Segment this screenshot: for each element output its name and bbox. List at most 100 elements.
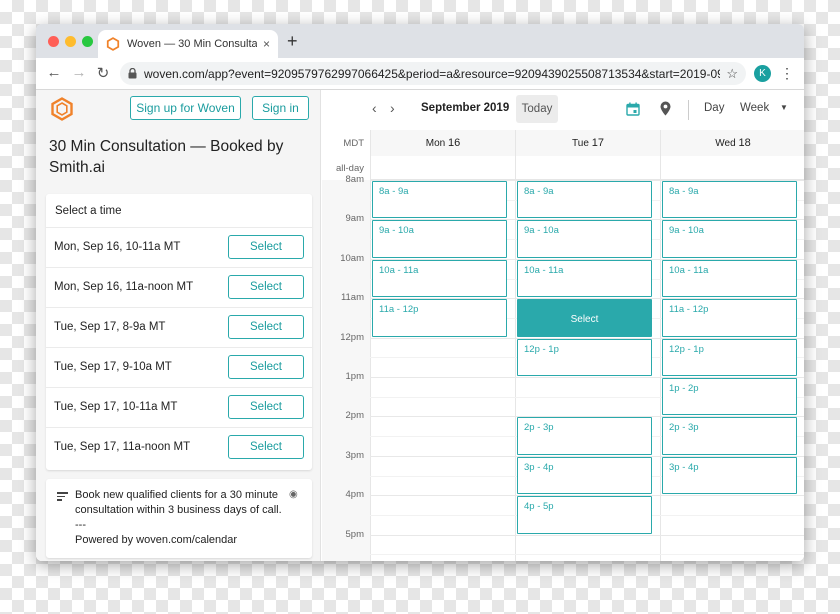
available-time-slot[interactable]: 1p - 2p [662,378,797,416]
available-time-slot[interactable]: 3p - 4p [662,456,797,495]
select-slot-button[interactable]: Select [228,315,304,339]
all-day-cell[interactable] [515,156,660,180]
notes-icon [57,492,68,501]
hour-label: 3pm [345,449,364,461]
time-slot-row: Tue, Sep 17, 11a-noon MT Select [46,428,312,468]
all-day-cell[interactable] [370,156,515,180]
time-slot-label: Tue, Sep 17, 10-11a MT [54,401,178,413]
calendar-icon[interactable] [626,102,640,116]
sign-in-button[interactable]: Sign in [252,96,309,120]
view-day-button[interactable]: Day [704,102,724,114]
available-time-slot[interactable]: 8a - 9a [372,181,507,219]
slot-card-heading: Select a time [46,194,312,228]
hour-label: 9am [345,213,364,225]
available-time-slot[interactable]: 11a - 12p [662,299,797,337]
available-time-slot[interactable]: 9a - 10a [517,220,652,258]
hour-label: 11am [340,292,364,304]
profile-avatar[interactable]: K [754,65,771,82]
available-time-slot[interactable]: 9a - 10a [372,220,507,258]
day-column-header: Tue 17 [515,130,660,156]
hour-label: 10am [340,252,364,264]
hour-label: 8am [345,174,364,185]
view-week-button[interactable]: Week [740,102,769,114]
time-slot-row: Mon, Sep 16, 10-11a MT Select [46,228,312,268]
woven-logo-icon[interactable] [50,97,74,121]
available-time-slot[interactable]: 3p - 4p [517,456,652,495]
hour-grid-line [370,534,804,536]
hour-label: 2pm [345,410,364,422]
booking-sidebar: Sign up for Woven Sign in 30 Min Consult… [36,90,321,561]
view-dropdown-caret-icon[interactable]: ▼ [780,103,788,112]
available-time-slot[interactable]: 9a - 10a [662,220,797,258]
time-slot-label: Tue, Sep 17, 8-9a MT [54,321,166,333]
selected-time-slot[interactable]: Select [517,299,652,337]
available-time-slot[interactable]: 11a - 12p [372,299,507,337]
browser-window: Woven — 30 Min Consultation — Booked × +… [36,24,804,561]
timezone-label: MDT [343,138,364,149]
menu-kebab-icon[interactable]: ⋮ [780,65,794,82]
location-pin-icon[interactable] [660,101,671,116]
description-card: Book new qualified clients for a 30 minu… [46,479,312,558]
woven-favicon-icon [106,37,120,51]
select-slot-button[interactable]: Select [228,395,304,419]
next-week-chevron-icon[interactable]: › [390,100,395,116]
select-slot-button[interactable]: Select [228,275,304,299]
tab-title: Woven — 30 Min Consultation — Booked [127,38,257,50]
calendar-panel: ‹ › September 2019 Today Day Week ▼ MDT … [322,90,804,561]
minimize-window-button[interactable] [65,36,76,47]
available-time-slot[interactable]: 8a - 9a [517,181,652,219]
day-date-label: 16 [447,137,461,149]
close-window-button[interactable] [48,36,59,47]
half-hour-grid-line [370,554,804,556]
day-of-week-label: Mon [425,138,446,149]
day-of-week-label: Wed [715,138,736,149]
available-time-slot[interactable]: 10a - 11a [372,259,507,298]
description-text: Book new qualified clients for a 30 minu… [75,489,282,546]
back-arrow-icon[interactable]: ← [44,64,64,81]
all-day-cell[interactable] [660,156,804,180]
available-time-slot[interactable]: 12p - 1p [662,338,797,376]
time-slot-label: Tue, Sep 17, 11a-noon MT [54,441,191,453]
time-slot-label: Mon, Sep 16, 11a-noon MT [54,281,194,293]
select-slot-button[interactable]: Select [228,355,304,379]
sign-up-button[interactable]: Sign up for Woven [130,96,241,120]
browser-tab[interactable]: Woven — 30 Min Consultation — Booked × [98,30,278,58]
hour-label: 12pm [340,331,364,343]
select-slot-button[interactable]: Select [228,435,304,459]
browser-toolbar: ← → ↻ woven.com/app?event=92095797629970… [36,58,804,90]
bookmark-star-icon[interactable]: ☆ [726,66,738,82]
forward-arrow-icon[interactable]: → [69,64,89,81]
reload-icon[interactable]: ↻ [93,64,113,82]
available-time-slot[interactable]: 2p - 3p [662,417,797,455]
new-tab-button[interactable]: + [287,31,298,52]
hour-label: 1pm [345,371,364,382]
hour-label: 4pm [345,489,364,501]
select-slot-button[interactable]: Select [228,235,304,259]
eye-icon[interactable]: ◉ [289,489,298,500]
day-date-label: 17 [591,137,604,149]
prev-week-chevron-icon[interactable]: ‹ [372,100,377,116]
time-slot-row: Tue, Sep 17, 9-10a MT Select [46,348,312,388]
available-time-slot[interactable]: 10a - 11a [517,259,652,298]
calendar-grid: MDT all-day Mon 16 Tue 17 Wed 18 8am 9am 10am… [322,130,804,561]
day-column-header: Mon 16 [370,130,515,156]
available-time-slot[interactable]: 12p - 1p [517,338,652,376]
available-time-slot[interactable]: 8a - 9a [662,181,797,219]
time-slot-row: Mon, Sep 16, 11a-noon MT Select [46,268,312,308]
available-time-slot[interactable]: 10a - 11a [662,259,797,298]
all-day-label: all-day [336,163,364,174]
url-text: woven.com/app?event=920957976299706​6425… [144,66,721,81]
time-slot-row: Tue, Sep 17, 8-9a MT Select [46,308,312,348]
calendar-month-label: September 2019 [421,102,510,114]
available-time-slot[interactable]: 4p - 5p [517,496,652,534]
time-slot-row: Tue, Sep 17, 10-11a MT Select [46,388,312,428]
tab-close-icon[interactable]: × [263,37,270,51]
tab-strip: Woven — 30 Min Consultation — Booked × + [36,24,804,58]
today-button[interactable]: Today [516,95,558,123]
maximize-window-button[interactable] [82,36,93,47]
toolbar-divider [688,100,689,120]
event-title: 30 Min Consultation — Booked by Smith.ai [49,138,284,176]
day-date-label: 18 [738,137,751,149]
available-time-slot[interactable]: 2p - 3p [517,417,652,455]
address-bar[interactable]: woven.com/app?event=920957976299706​6425… [120,62,746,85]
